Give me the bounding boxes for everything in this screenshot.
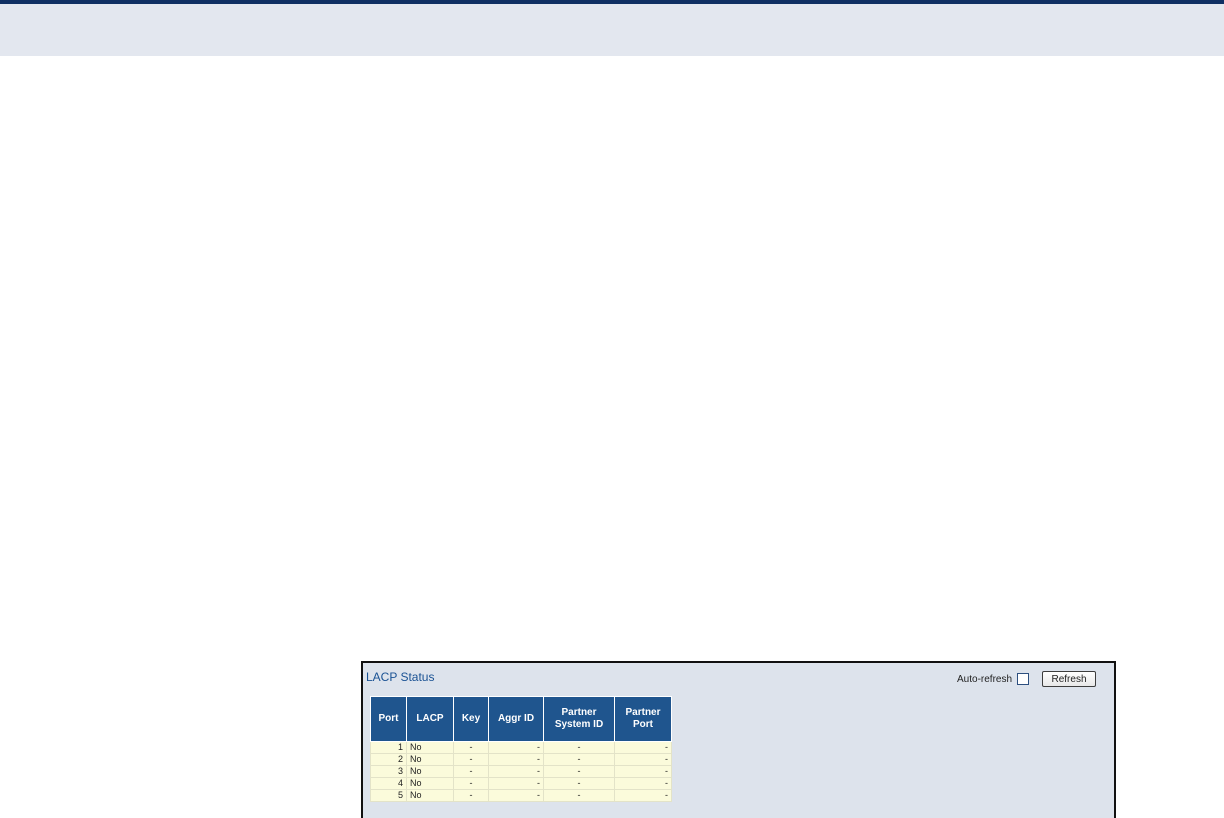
cell-partner-port: - [614, 777, 672, 790]
cell-aggr-id: - [488, 777, 544, 790]
col-header-partner-port: Partner Port [614, 696, 672, 742]
table-row: 2 No - - - - [370, 753, 672, 766]
col-header-partner-system-id: Partner System ID [543, 696, 615, 742]
auto-refresh-control: Auto-refresh [957, 673, 1030, 685]
cell-port: 5 [370, 789, 407, 802]
cell-aggr-id: - [488, 741, 544, 754]
cell-port: 4 [370, 777, 407, 790]
cell-partner-system-id: - [543, 753, 615, 766]
table-row: 4 No - - - - [370, 777, 672, 790]
cell-port: 1 [370, 741, 407, 754]
panel-title: LACP Status [366, 670, 435, 684]
cell-aggr-id: - [488, 765, 544, 778]
manual-page: LACP Status Auto-refresh Refresh Port LA… [0, 0, 1224, 818]
header-band [0, 4, 1224, 56]
refresh-button[interactable]: Refresh [1042, 671, 1096, 687]
cell-partner-system-id: - [543, 741, 615, 754]
table-row: 3 No - - - - [370, 765, 672, 778]
cell-partner-port: - [614, 765, 672, 778]
cell-lacp: No [406, 741, 454, 754]
cell-port: 2 [370, 753, 407, 766]
auto-refresh-label: Auto-refresh [957, 673, 1013, 685]
cell-lacp: No [406, 753, 454, 766]
cell-key: - [453, 777, 489, 790]
cell-partner-system-id: - [543, 789, 615, 802]
cell-lacp: No [406, 777, 454, 790]
cell-key: - [453, 789, 489, 802]
cell-port: 3 [370, 765, 407, 778]
cell-partner-port: - [614, 741, 672, 754]
lacp-status-table: Port LACP Key Aggr ID Partner System ID P… [370, 696, 672, 802]
col-header-key: Key [453, 696, 489, 742]
cell-key: - [453, 753, 489, 766]
table-row: 1 No - - - - [370, 741, 672, 754]
col-header-port: Port [370, 696, 407, 742]
cell-key: - [453, 741, 489, 754]
cell-aggr-id: - [488, 789, 544, 802]
cell-lacp: No [406, 765, 454, 778]
cell-partner-port: - [614, 753, 672, 766]
table-row: 5 No - - - - [370, 789, 672, 802]
col-header-lacp: LACP [406, 696, 454, 742]
auto-refresh-checkbox[interactable] [1017, 673, 1030, 685]
cell-key: - [453, 765, 489, 778]
cell-lacp: No [406, 789, 454, 802]
col-header-aggr-id: Aggr ID [488, 696, 544, 742]
cell-partner-port: - [614, 789, 672, 802]
cell-partner-system-id: - [543, 765, 615, 778]
lacp-status-panel: LACP Status Auto-refresh Refresh Port LA… [361, 661, 1116, 818]
cell-aggr-id: - [488, 753, 544, 766]
table-header-row: Port LACP Key Aggr ID Partner System ID P… [370, 696, 672, 742]
cell-partner-system-id: - [543, 777, 615, 790]
